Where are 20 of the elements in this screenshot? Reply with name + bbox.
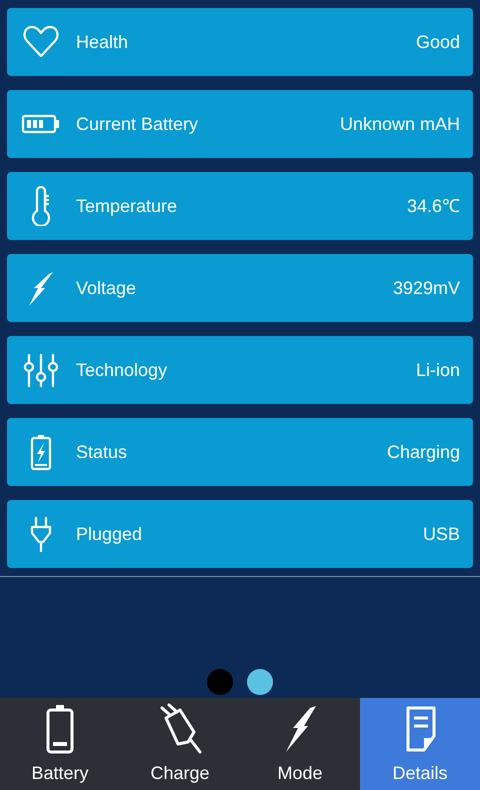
page-indicator-dot[interactable] (247, 669, 273, 695)
nav-tab[interactable]: Mode (240, 698, 360, 790)
detail-value: 34.6℃ (406, 194, 460, 218)
detail-label: Technology (76, 358, 168, 382)
detail-label: Health (76, 30, 128, 54)
detail-label: Status (76, 440, 128, 464)
detail-label: Plugged (76, 522, 142, 546)
detail-value: Unknown mAH (340, 112, 460, 136)
detail-label: Voltage (76, 276, 136, 300)
detail-value: 3929mV (392, 276, 460, 300)
detail-value: Good (416, 30, 460, 54)
nav-tab[interactable]: Details (360, 698, 480, 790)
detail-value: USB (422, 522, 460, 546)
detail-value: Charging (386, 440, 460, 464)
page-indicator-dot[interactable] (207, 669, 233, 695)
nav-tab[interactable]: Battery (0, 698, 120, 790)
detail-label: Current Battery (76, 112, 198, 136)
nav-tab[interactable]: Charge (120, 698, 240, 790)
detail-label: Temperature (76, 194, 178, 218)
detail-value: Li-ion (416, 358, 460, 382)
